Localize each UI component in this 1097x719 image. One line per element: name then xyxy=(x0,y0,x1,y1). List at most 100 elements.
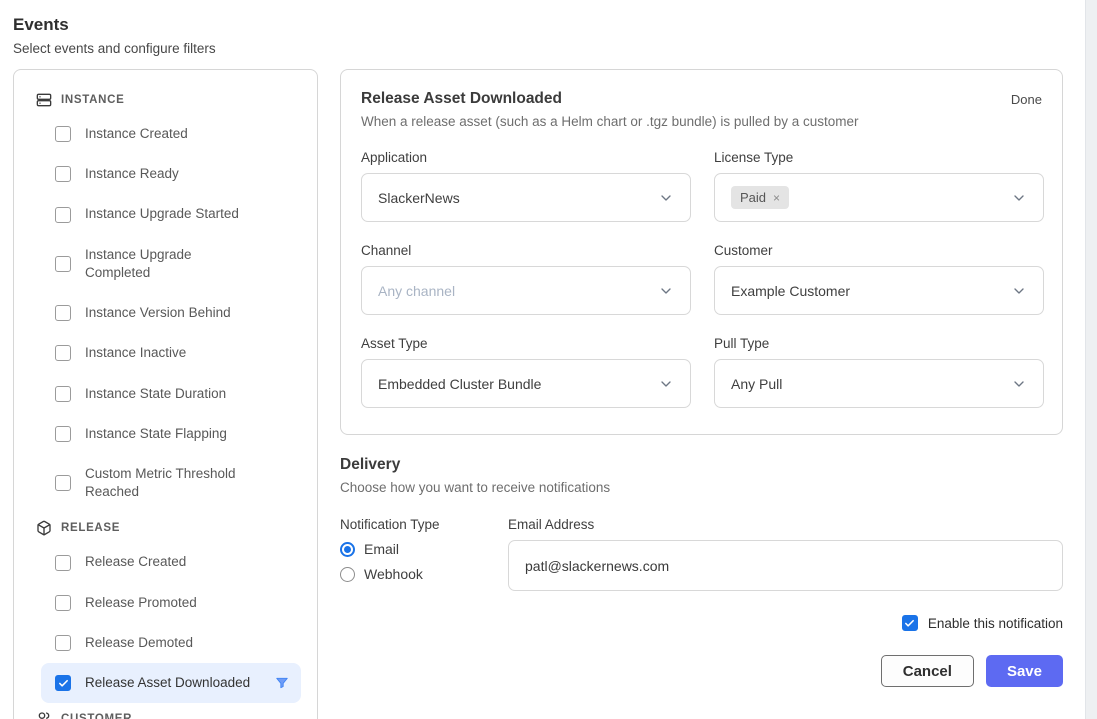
filter-card-description: When a release asset (such as a Helm cha… xyxy=(361,114,1042,129)
save-button[interactable]: Save xyxy=(986,655,1063,687)
filter-config-card: Release Asset Downloaded Done When a rel… xyxy=(340,69,1063,435)
checkbox-unchecked[interactable] xyxy=(55,635,71,651)
server-icon xyxy=(36,92,52,108)
asset-type-field: Asset Type Embedded Cluster Bundle xyxy=(361,315,691,408)
notification-type-group: Notification Type Email Webhook xyxy=(340,517,508,591)
enable-notification-checkbox[interactable] xyxy=(902,615,918,631)
events-page: Events Select events and configure filte… xyxy=(0,0,1097,719)
event-item-release-demoted[interactable]: Release Demoted xyxy=(41,623,301,663)
event-item-release-asset-downloaded[interactable]: Release Asset Downloaded xyxy=(41,663,301,703)
event-item-instance-created[interactable]: Instance Created xyxy=(41,114,301,154)
section-header-release: RELEASE xyxy=(14,520,317,536)
cancel-button[interactable]: Cancel xyxy=(881,655,974,687)
event-item-release-created[interactable]: Release Created xyxy=(41,542,301,582)
radio-selected-icon[interactable] xyxy=(340,542,355,557)
event-item-label: Release Demoted xyxy=(85,634,193,652)
checkbox-unchecked[interactable] xyxy=(55,166,71,182)
event-item-label: Instance Version Behind xyxy=(85,304,231,322)
main-content: Release Asset Downloaded Done When a rel… xyxy=(340,69,1063,687)
checkbox-unchecked[interactable] xyxy=(55,595,71,611)
event-item-instance-inactive[interactable]: Instance Inactive xyxy=(41,333,301,373)
checkbox-unchecked[interactable] xyxy=(55,345,71,361)
checkbox-unchecked[interactable] xyxy=(55,207,71,223)
check-icon xyxy=(904,618,915,629)
event-list-panel: INSTANCE Instance Created Instance Ready… xyxy=(13,69,318,719)
chevron-down-icon xyxy=(658,283,674,299)
filter-card-title: Release Asset Downloaded xyxy=(361,90,562,108)
email-address-group: Email Address xyxy=(508,517,1063,591)
channel-label: Channel xyxy=(361,243,691,258)
checkbox-unchecked[interactable] xyxy=(55,256,71,272)
remove-tag-icon[interactable]: × xyxy=(773,191,780,205)
application-field: Application SlackerNews xyxy=(361,129,691,222)
event-item-custom-metric-threshold-reached[interactable]: Custom Metric Threshold Reached xyxy=(41,454,301,512)
pull-type-select[interactable]: Any Pull xyxy=(714,359,1044,408)
event-item-instance-state-flapping[interactable]: Instance State Flapping xyxy=(41,414,301,454)
asset-type-select[interactable]: Embedded Cluster Bundle xyxy=(361,359,691,408)
radio-unselected-icon[interactable] xyxy=(340,567,355,582)
customer-select[interactable]: Example Customer xyxy=(714,266,1044,315)
application-label: Application xyxy=(361,150,691,165)
customer-field: Customer Example Customer xyxy=(714,222,1044,315)
radio-label-email: Email xyxy=(364,541,399,557)
event-item-label: Instance Created xyxy=(85,125,188,143)
license-type-label: License Type xyxy=(714,150,1044,165)
section-label-release: RELEASE xyxy=(61,522,120,534)
pull-type-field: Pull Type Any Pull xyxy=(714,315,1044,408)
checkbox-unchecked[interactable] xyxy=(55,475,71,491)
email-address-label: Email Address xyxy=(508,517,1063,532)
event-item-release-promoted[interactable]: Release Promoted xyxy=(41,583,301,623)
event-item-label: Instance State Flapping xyxy=(85,425,227,443)
filter-funnel-icon[interactable] xyxy=(275,676,289,690)
application-select[interactable]: SlackerNews xyxy=(361,173,691,222)
pull-type-label: Pull Type xyxy=(714,336,1044,351)
license-tag-paid: Paid × xyxy=(731,186,789,209)
event-item-label: Release Promoted xyxy=(85,594,197,612)
pull-type-value: Any Pull xyxy=(731,376,1011,392)
checkbox-unchecked[interactable] xyxy=(55,386,71,402)
license-type-field: License Type Paid × xyxy=(714,129,1044,222)
event-item-label: Instance State Duration xyxy=(85,385,226,403)
event-item-instance-upgrade-completed[interactable]: Instance Upgrade Completed xyxy=(41,235,301,293)
notification-type-label: Notification Type xyxy=(340,517,508,532)
delivery-section: Delivery Choose how you want to receive … xyxy=(340,456,1063,687)
action-buttons: Cancel Save xyxy=(340,655,1063,687)
license-tag-label: Paid xyxy=(740,190,766,205)
channel-select[interactable]: Any channel xyxy=(361,266,691,315)
event-item-label: Instance Upgrade Started xyxy=(85,205,239,223)
checkbox-checked[interactable] xyxy=(55,675,71,691)
event-item-instance-upgrade-started[interactable]: Instance Upgrade Started xyxy=(41,194,301,234)
package-icon xyxy=(36,520,52,536)
checkbox-unchecked[interactable] xyxy=(55,305,71,321)
event-item-label: Instance Inactive xyxy=(85,344,186,362)
page-title: Events xyxy=(13,15,69,35)
application-value: SlackerNews xyxy=(378,190,658,206)
license-type-select[interactable]: Paid × xyxy=(714,173,1044,222)
section-label-customer: CUSTOMER xyxy=(61,713,132,719)
asset-type-label: Asset Type xyxy=(361,336,691,351)
customer-label: Customer xyxy=(714,243,1044,258)
checkbox-unchecked[interactable] xyxy=(55,126,71,142)
page-subtitle: Select events and configure filters xyxy=(13,41,216,56)
email-address-input[interactable] xyxy=(508,540,1063,591)
enable-notification-row: Enable this notification xyxy=(340,615,1063,631)
event-item-instance-state-duration[interactable]: Instance State Duration xyxy=(41,374,301,414)
chevron-down-icon xyxy=(1011,283,1027,299)
channel-placeholder: Any channel xyxy=(378,283,658,299)
checkbox-unchecked[interactable] xyxy=(55,426,71,442)
event-item-instance-ready[interactable]: Instance Ready xyxy=(41,154,301,194)
section-label-instance: INSTANCE xyxy=(61,94,124,106)
vertical-scrollbar[interactable] xyxy=(1085,0,1097,719)
chevron-down-icon xyxy=(1011,376,1027,392)
radio-label-webhook: Webhook xyxy=(364,566,423,582)
event-item-instance-version-behind[interactable]: Instance Version Behind xyxy=(41,293,301,333)
radio-option-email[interactable]: Email xyxy=(340,541,508,557)
users-icon xyxy=(36,711,52,719)
radio-option-webhook[interactable]: Webhook xyxy=(340,566,508,582)
done-button[interactable]: Done xyxy=(1011,90,1042,107)
checkbox-unchecked[interactable] xyxy=(55,555,71,571)
event-item-label: Instance Upgrade Completed xyxy=(85,246,245,282)
delivery-subtitle: Choose how you want to receive notificat… xyxy=(340,480,1063,495)
event-item-label: Instance Ready xyxy=(85,165,179,183)
section-header-customer: CUSTOMER xyxy=(14,711,317,719)
